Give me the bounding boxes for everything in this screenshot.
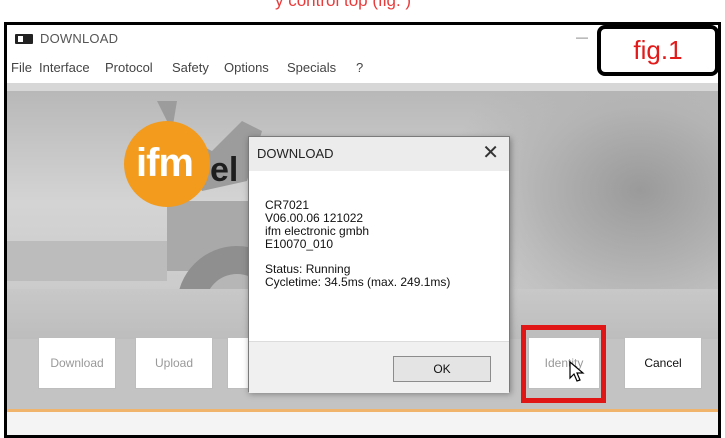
figure-label-text: fig.1 — [633, 35, 683, 65]
top-caption-strip: y control top (fig. ) — [0, 0, 725, 20]
identity-highlight-box — [521, 325, 606, 403]
mouse-cursor-icon — [569, 361, 585, 382]
dialog-title: DOWNLOAD — [257, 146, 334, 161]
header-band — [7, 83, 718, 91]
ifm-logo: ifm — [124, 121, 210, 207]
download-app-window: DOWNLOAD — File Interface Protocol Safet… — [4, 22, 721, 438]
minimize-icon[interactable]: — — [572, 27, 592, 47]
menu-specials[interactable]: Specials — [287, 60, 336, 75]
upload-button[interactable]: Upload — [135, 337, 213, 389]
close-icon[interactable]: ✕ — [482, 142, 499, 164]
download-button[interactable]: Download — [38, 337, 116, 389]
brand-word: el — [210, 151, 239, 189]
menu-help[interactable]: ? — [356, 60, 363, 75]
menu-protocol[interactable]: Protocol — [105, 60, 153, 75]
dialog-body: CR7021 V06.00.06 121022 ifm electronic g… — [265, 199, 450, 289]
dialog-titlebar: DOWNLOAD ✕ — [249, 137, 509, 171]
menu-file[interactable]: File — [11, 60, 32, 75]
dialog-footer: OK — [249, 341, 509, 393]
menu-options[interactable]: Options — [224, 60, 269, 75]
top-caption: y control top (fig. ) — [275, 0, 412, 10]
cycletime-text: Cycletime: 34.5ms (max. 249.1ms) — [265, 275, 451, 289]
app-icon — [15, 34, 33, 44]
status-footer — [7, 412, 718, 435]
download-dialog: DOWNLOAD ✕ CR7021 V06.00.06 121022 ifm e… — [248, 136, 510, 393]
menu-interface[interactable]: Interface — [39, 60, 90, 75]
logo-text: ifm — [136, 141, 194, 185]
project-id: E10070_010 — [265, 237, 334, 251]
menu-safety[interactable]: Safety — [172, 60, 209, 75]
figure-label: fig.1 — [597, 25, 719, 76]
ok-button[interactable]: OK — [393, 356, 491, 382]
window-title: DOWNLOAD — [40, 31, 119, 46]
cancel-button[interactable]: Cancel — [624, 337, 702, 389]
